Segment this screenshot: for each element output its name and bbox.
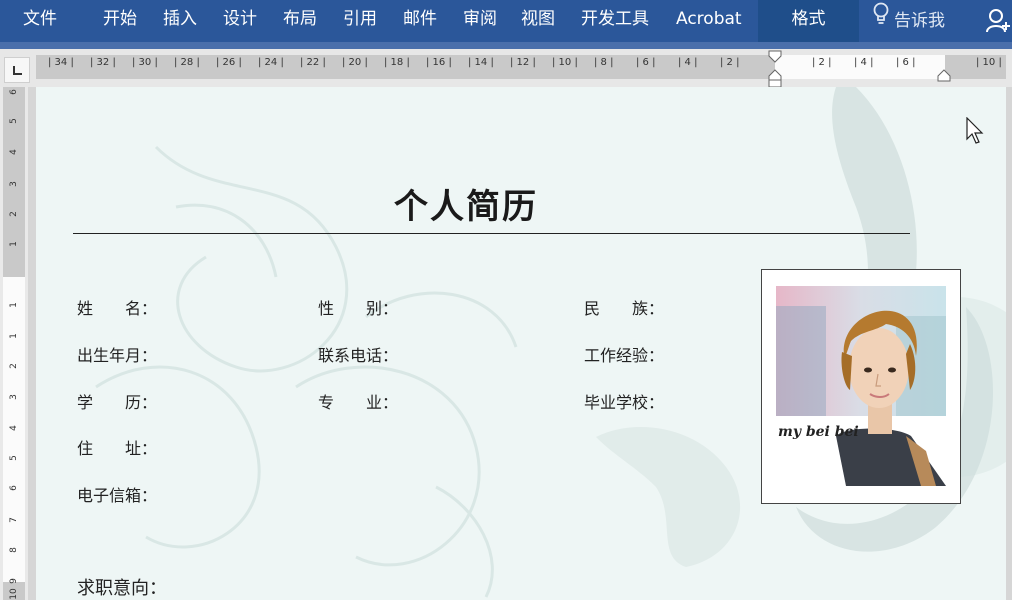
vertical-ruler-tick-label: 5 <box>9 118 19 124</box>
document-page[interactable]: 个人简历 姓 名： 性 别： 民 族： 出生年月： 联系电话： 工作经验： 学 … <box>36 87 1006 600</box>
ruler-tick-label: | 6 | <box>896 57 916 68</box>
ruler-tick-label: | 34 | <box>48 57 74 68</box>
vertical-ruler-tick-label: 5 <box>9 455 19 461</box>
field-school-label: 毕业学校： <box>584 393 665 412</box>
vertical-ruler-tick-label: 1 <box>9 241 19 247</box>
tab-home[interactable]: 开始 <box>103 0 137 42</box>
ribbon-tab-bar: 文件 开始 插入 设计 布局 引用 邮件 审阅 视图 开发工具 Acrobat … <box>0 0 1012 49</box>
ruler-tick-label: | 4 | <box>854 57 874 68</box>
vertical-ruler-tick-label: 2 <box>9 363 19 369</box>
ruler-tick-label: | 14 | <box>468 57 494 68</box>
ruler-tick-label: | 32 | <box>90 57 116 68</box>
tab-stop-selector[interactable] <box>4 57 30 83</box>
field-address-label: 住 址： <box>77 439 158 458</box>
vertical-ruler-tick-label: 6 <box>9 485 19 491</box>
horizontal-ruler-area: | 34 | | 32 | | 30 | | 28 | | 26 | | 24 | | 22… <box>0 49 1012 88</box>
word-window: 文件 开始 插入 设计 布局 引用 邮件 审阅 视图 开发工具 Acrobat … <box>0 0 1012 600</box>
field-birth-label: 出生年月： <box>77 346 158 365</box>
tab-design[interactable]: 设计 <box>223 0 257 42</box>
ruler-tick-label: | 16 | <box>426 57 452 68</box>
mouse-pointer-icon <box>966 117 984 144</box>
field-major-label: 专 业： <box>318 393 399 412</box>
right-indent-marker[interactable] <box>937 69 951 83</box>
lightbulb-icon <box>872 1 890 41</box>
vertical-ruler-tick-label: 3 <box>9 394 19 400</box>
field-gender-label: 性 别： <box>318 299 399 318</box>
horizontal-ruler[interactable]: | 34 | | 32 | | 30 | | 28 | | 26 | | 24 | | 22… <box>36 55 1006 79</box>
first-line-indent-marker[interactable] <box>768 50 782 88</box>
vertical-ruler-tick-label: 9 <box>9 578 19 584</box>
field-phone-label: 联系电话： <box>318 346 399 365</box>
resume-title: 个人简历 <box>394 187 538 227</box>
ruler-tick-label: | 4 | <box>678 57 698 68</box>
ruler-tick-label: | 18 | <box>384 57 410 68</box>
vertical-ruler[interactable]: 6 5 4 3 2 1 1 1 2 3 4 5 6 7 8 9 10 <box>0 87 28 600</box>
tab-review[interactable]: 审阅 <box>463 0 497 42</box>
ruler-tick-label: | 12 | <box>510 57 536 68</box>
photo-caption-text: my bei bei <box>778 424 859 440</box>
ruler-tick-label: | 26 | <box>216 57 242 68</box>
tab-developer[interactable]: 开发工具 <box>581 0 649 42</box>
vertical-ruler-tick-label: 2 <box>9 211 19 217</box>
ruler-tick-label: | 2 | <box>720 57 740 68</box>
ruler-tick-label: | 10 | <box>976 57 1002 68</box>
ruler-tick-label: | 28 | <box>174 57 200 68</box>
tab-format[interactable]: 格式 <box>758 0 859 42</box>
vertical-ruler-tick-label: 1 <box>9 333 19 339</box>
share-user-icon[interactable] <box>986 8 1012 34</box>
vertical-ruler-tick-label: 3 <box>9 181 19 187</box>
field-email-label: 电子信箱： <box>77 486 158 505</box>
tell-me-box[interactable]: 告诉我 <box>872 0 945 42</box>
field-ethnicity-label: 民 族： <box>584 299 665 318</box>
ruler-tick-label: | 30 | <box>132 57 158 68</box>
ruler-tick-label: | 22 | <box>300 57 326 68</box>
tab-references[interactable]: 引用 <box>343 0 377 42</box>
ruler-tick-label: | 20 | <box>342 57 368 68</box>
ruler-tick-label: | 10 | <box>552 57 578 68</box>
portrait-photo[interactable]: my bei bei <box>776 286 946 486</box>
tab-acrobat[interactable]: Acrobat <box>676 0 742 42</box>
vertical-ruler-tick-label: 8 <box>9 547 19 553</box>
vertical-ruler-tick-label: 6 <box>9 89 19 95</box>
tab-layout[interactable]: 布局 <box>283 0 317 42</box>
vertical-ruler-tick-label: 4 <box>9 425 19 431</box>
field-experience-label: 工作经验： <box>584 346 665 365</box>
ruler-tick-label: | 2 | <box>812 57 832 68</box>
tab-insert[interactable]: 插入 <box>163 0 197 42</box>
vertical-ruler-tick-label: 4 <box>9 149 19 155</box>
vertical-ruler-tick-label: 7 <box>9 517 19 523</box>
ruler-tick-label: | 24 | <box>258 57 284 68</box>
vertical-ruler-tick-label: 10 <box>9 588 19 600</box>
ruler-tick-label: | 8 | <box>594 57 614 68</box>
tab-view[interactable]: 视图 <box>521 0 555 42</box>
photo-frame[interactable]: my bei bei <box>761 269 961 504</box>
title-divider-line <box>73 233 910 234</box>
tab-file[interactable]: 文件 <box>23 0 57 42</box>
field-education-label: 学 历： <box>77 393 158 412</box>
tell-me-label: 告诉我 <box>894 11 945 31</box>
field-name-label: 姓 名： <box>77 299 158 318</box>
ruler-tick-label: | 6 | <box>636 57 656 68</box>
tab-mailings[interactable]: 邮件 <box>403 0 437 42</box>
vertical-ruler-tick-label: 1 <box>9 302 19 308</box>
ribbon-collapsed-strip <box>0 42 1012 49</box>
field-objective-label: 求职意向： <box>77 578 167 599</box>
